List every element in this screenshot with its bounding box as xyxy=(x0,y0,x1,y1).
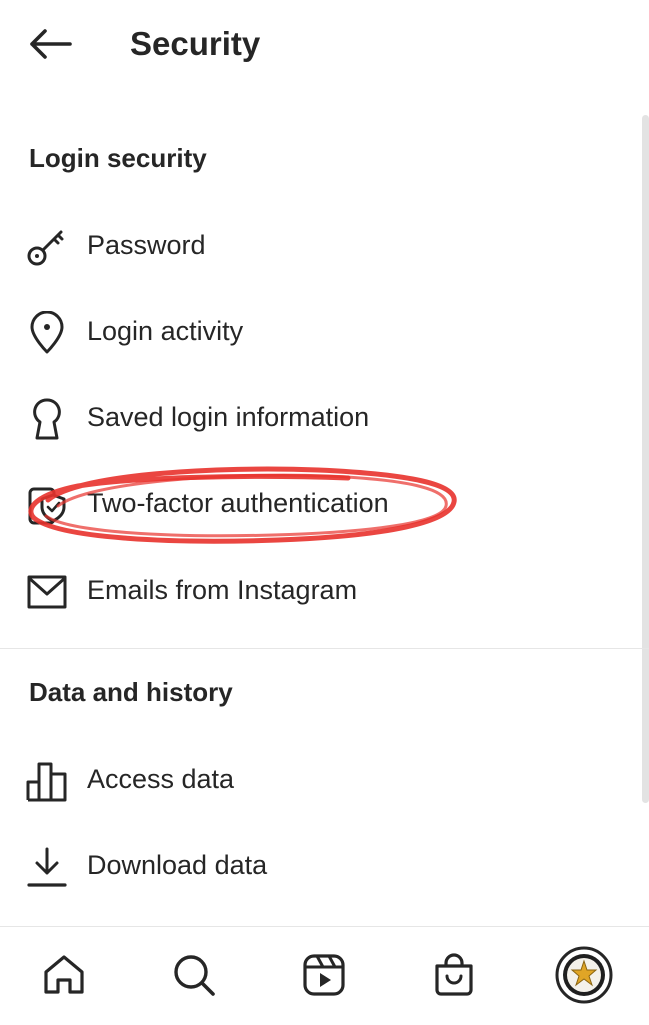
envelope-icon xyxy=(24,569,70,615)
nav-shop-button[interactable] xyxy=(424,945,484,1005)
header: Security xyxy=(0,0,649,88)
profile-avatar xyxy=(555,946,613,1004)
nav-reels-button[interactable] xyxy=(294,945,354,1005)
nav-profile-button[interactable] xyxy=(554,945,614,1005)
scrollbar[interactable] xyxy=(642,115,649,803)
home-icon xyxy=(44,955,84,994)
menu-item-label: Access data xyxy=(87,764,235,794)
key-icon xyxy=(24,224,70,270)
menu-item-emails-from-instagram[interactable]: Emails from Instagram xyxy=(0,559,640,619)
bar-chart-icon xyxy=(24,758,70,804)
section-divider xyxy=(0,648,649,649)
reels-icon xyxy=(303,954,345,996)
shop-icon xyxy=(435,953,473,996)
nav-home-button[interactable] xyxy=(34,945,94,1005)
menu-item-label: Login activity xyxy=(87,316,244,346)
menu-item-password[interactable]: Password xyxy=(0,214,640,274)
keyhole-icon xyxy=(24,396,70,442)
section-title-login-security: Login security xyxy=(29,143,207,173)
shield-phone-icon xyxy=(24,482,70,528)
location-pin-icon xyxy=(24,310,70,356)
arrow-left-icon xyxy=(30,29,72,59)
menu-item-login-activity[interactable]: Login activity xyxy=(0,300,640,360)
page-title: Security xyxy=(130,25,261,62)
menu-item-label: Two-factor authentication xyxy=(87,488,389,518)
search-icon xyxy=(174,955,215,996)
menu-item-access-data[interactable]: Access data xyxy=(0,748,640,808)
menu-item-label: Saved login information xyxy=(87,402,370,432)
download-icon xyxy=(24,844,70,890)
bottom-navigation xyxy=(0,926,649,1025)
section-title-data-and-history: Data and history xyxy=(29,677,233,707)
menu-item-saved-login-information[interactable]: Saved login information xyxy=(0,386,640,446)
menu-item-label: Emails from Instagram xyxy=(87,575,358,605)
menu-item-two-factor-authentication[interactable]: Two-factor authentication xyxy=(0,472,640,532)
menu-item-label: Download data xyxy=(87,850,268,880)
back-button[interactable] xyxy=(24,20,76,68)
menu-item-download-data[interactable]: Download data xyxy=(0,834,640,894)
nav-search-button[interactable] xyxy=(164,945,224,1005)
menu-item-label: Password xyxy=(87,230,206,260)
